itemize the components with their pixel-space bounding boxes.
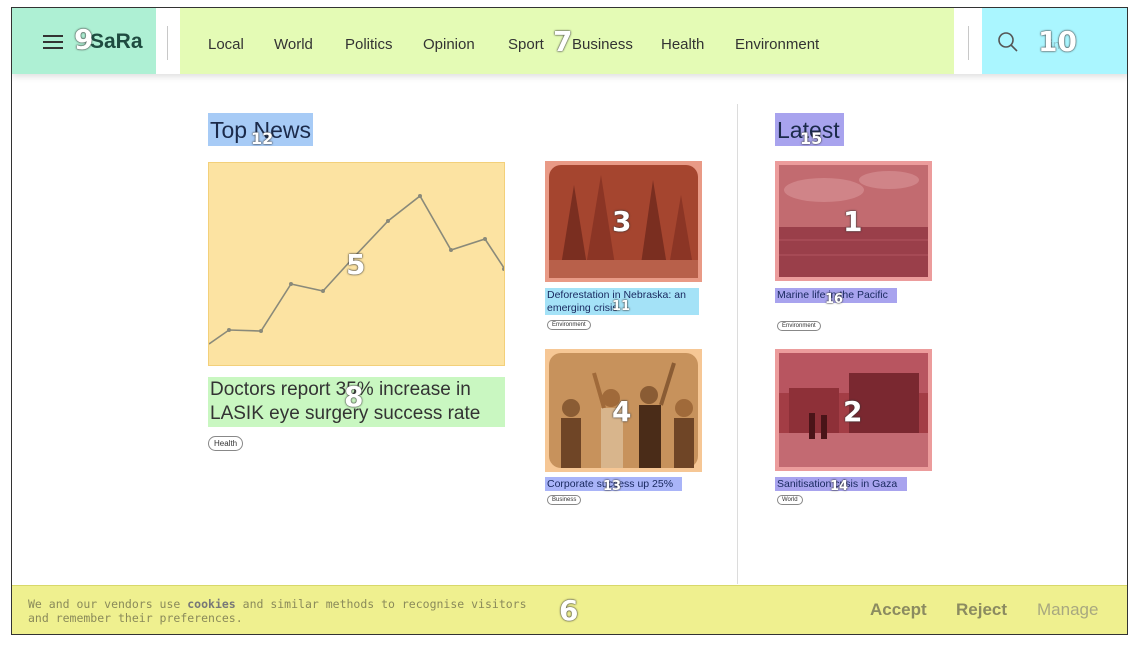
cookie-text-start: We and our vendors use	[28, 597, 188, 611]
latest-heading: Latest 15	[775, 113, 844, 148]
feature-headline[interactable]: Doctors report 35% increase in LASIK eye…	[208, 377, 505, 427]
search-icon[interactable]	[996, 30, 1020, 54]
site-header: 9 SaRa Local World Politics Opinion Spor…	[12, 8, 1127, 74]
search-marker: 10	[1038, 25, 1077, 58]
card-image-marker-1: 1	[843, 205, 863, 238]
search-area: in 10	[982, 8, 1127, 74]
manage-button[interactable]: Manage	[1037, 600, 1098, 620]
nav-item-business[interactable]: Business	[572, 36, 633, 53]
latest-marker: 15	[800, 129, 823, 148]
feature-headline-marker: 8	[344, 380, 364, 413]
card-image-ocean[interactable]: 1	[775, 161, 932, 281]
feature-chart-image[interactable]: 5	[208, 162, 505, 366]
card-headline-marker-14: 14	[830, 479, 849, 494]
nav-item-opinion[interactable]: Opinion	[423, 36, 475, 53]
card-headline-deforestation[interactable]: Deforestation in Nebraska: an emerging c…	[545, 288, 699, 315]
card-tag-world[interactable]: World	[777, 495, 803, 505]
card-headline-marine[interactable]: Marine life in the Pacific 16	[775, 288, 897, 307]
cookies-link[interactable]: cookies	[187, 597, 235, 611]
brand-area: 9 SaRa	[12, 8, 156, 74]
hamburger-menu-icon[interactable]	[43, 35, 63, 49]
cookie-message: We and our vendors use cookies and simil…	[28, 597, 548, 625]
nav-item-politics[interactable]: Politics	[345, 36, 393, 53]
card-headline-corporate[interactable]: Corporate success up 25% 13	[545, 477, 682, 494]
card-headline-marker-13: 13	[603, 479, 622, 494]
nav-item-local[interactable]: Local	[208, 36, 244, 53]
feature-image-marker: 5	[346, 248, 366, 281]
card-image-marker-2: 2	[843, 395, 863, 428]
top-news-heading: Top News 12	[208, 113, 313, 148]
cookie-marker: 6	[559, 594, 579, 627]
accept-button[interactable]: Accept	[870, 600, 927, 620]
cookie-banner: We and our vendors use cookies and simil…	[12, 585, 1127, 634]
nav-item-sport[interactable]: Sport	[508, 36, 544, 53]
card-tag-environment-latest[interactable]: Environment	[777, 321, 821, 331]
card-headline-gaza[interactable]: Sanitisation crisis in Gaza 14	[775, 477, 907, 494]
page-frame: 9 SaRa Local World Politics Opinion Spor…	[11, 7, 1128, 635]
top-news-marker: 12	[251, 129, 274, 148]
card-image-gaza[interactable]: 2	[775, 349, 932, 471]
nav-item-world[interactable]: World	[274, 36, 313, 53]
card-image-forest[interactable]: 3	[545, 161, 702, 282]
site-logo[interactable]: SaRa	[90, 30, 143, 54]
column-divider	[737, 104, 738, 584]
main-nav: Local World Politics Opinion Sport Busin…	[180, 8, 954, 74]
feature-tag[interactable]: Health	[208, 436, 244, 451]
header-divider-right	[968, 26, 969, 60]
card-tag-environment[interactable]: Environment	[547, 320, 591, 330]
card-headline-marker-16: 16	[825, 292, 844, 307]
card-image-celebration[interactable]: 4	[545, 349, 702, 472]
nav-item-environment[interactable]: Environment	[735, 36, 819, 53]
card-image-marker-4: 4	[612, 395, 632, 428]
card-headline-marker-11: 11	[612, 299, 631, 314]
nav-marker: 7	[553, 25, 573, 58]
nav-item-health[interactable]: Health	[661, 36, 704, 53]
reject-button[interactable]: Reject	[956, 600, 1007, 620]
card-tag-business[interactable]: Business	[547, 495, 582, 505]
card-image-marker-3: 3	[612, 205, 632, 238]
header-divider-left	[167, 26, 168, 60]
